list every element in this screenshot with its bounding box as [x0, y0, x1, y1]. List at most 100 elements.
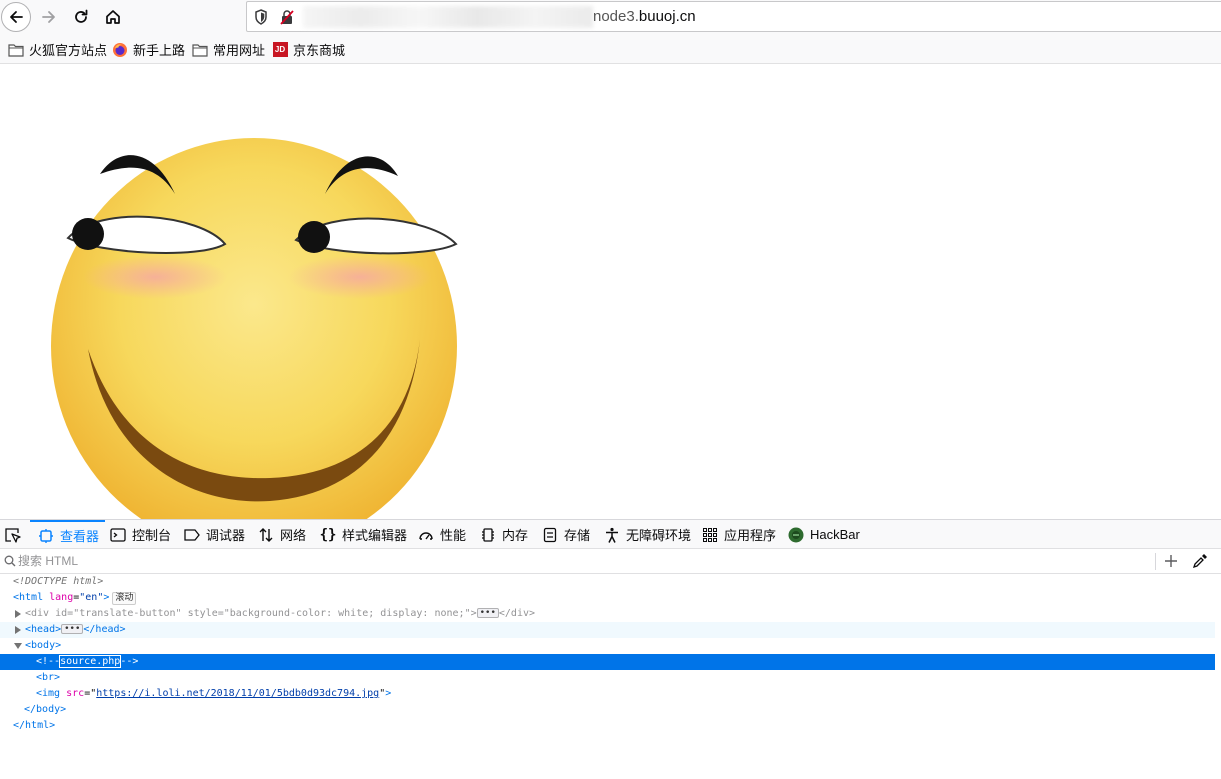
markup-doctype-line[interactable]: <!DOCTYPE html> [0, 574, 1215, 590]
browser-toolbar: node3.buuoj.cn [0, 0, 1221, 34]
div-close-tag: </div> [498, 608, 536, 619]
img-src-link[interactable]: https://i.loli.net/2018/11/01/5bdb0d93dc… [96, 688, 379, 699]
network-icon [258, 527, 274, 543]
application-icon [702, 527, 718, 543]
markup-tree: <!DOCTYPE html> <html lang="en"> 滚动 <div … [0, 574, 1221, 779]
collapsed-ellipsis[interactable]: ••• [61, 624, 84, 634]
markup-comment-line[interactable]: <!--source.php--> [0, 654, 1215, 670]
plus-icon [1165, 555, 1177, 567]
body-open-tag: <body> [25, 640, 62, 651]
scroll-badge[interactable]: 滚动 [112, 592, 137, 605]
bookmarks-toolbar: 火狐官方站点 新手上路 常用网址 JD 京东商城 [0, 34, 1221, 64]
tab-performance[interactable]: 性能 [418, 520, 466, 549]
markup-head-line[interactable]: <head> ••• </head> [0, 622, 1215, 638]
bookmark-getting-started[interactable]: 新手上路 [112, 40, 185, 59]
tab-style-editor[interactable]: {} 样式编辑器 [320, 520, 407, 549]
expand-arrow-icon[interactable] [13, 606, 23, 622]
url-text[interactable]: node3.buuoj.cn [593, 8, 696, 25]
bookmark-jd-mall[interactable]: JD 京东商城 [272, 40, 345, 59]
url-prefix: node3. [593, 8, 639, 25]
markup-html-line[interactable]: <html lang="en"> 滚动 [0, 590, 1215, 606]
bookmark-firefox-official[interactable]: 火狐官方站点 [8, 40, 107, 59]
element-picker-icon[interactable] [4, 526, 22, 549]
tab-label: 控制台 [132, 528, 172, 543]
markup-img-line[interactable]: <img src="https://i.loli.net/2018/11/01/… [0, 686, 1215, 702]
tab-label: 查看器 [60, 529, 100, 544]
shield-icon[interactable] [253, 8, 269, 31]
back-button[interactable] [1, 2, 31, 32]
jd-icon: JD [272, 42, 288, 58]
html-open-tag: <html [13, 592, 44, 603]
markup-br-line[interactable]: <br> [0, 670, 1215, 686]
comment-text[interactable]: source.php [59, 655, 122, 668]
search-icon [4, 554, 16, 572]
tab-hackbar[interactable]: HackBar [788, 520, 860, 549]
div-id-value: "translate-button" [73, 608, 182, 619]
page-content [0, 64, 1221, 519]
devtools-panel: 查看器 控制台 调试器 网络 {} 样式编辑器 性能 内存 存储 无障碍环境 应… [0, 519, 1221, 778]
url-bar[interactable]: node3.buuoj.cn [246, 1, 1221, 32]
tab-label: HackBar [810, 527, 860, 542]
collapse-arrow-icon[interactable] [13, 638, 23, 654]
html-lang-value: "en" [79, 592, 104, 603]
head-open-tag: <head> [25, 624, 62, 635]
add-node-button[interactable] [1162, 552, 1180, 575]
home-button[interactable] [98, 2, 128, 32]
tab-label: 存储 [564, 528, 591, 543]
html-close-tag: </html> [13, 720, 56, 731]
br-tag: <br> [36, 672, 61, 683]
performance-icon [418, 527, 434, 543]
tab-label: 无障碍环境 [626, 528, 692, 543]
eyedropper-icon [1192, 554, 1207, 569]
tab-label: 网络 [280, 528, 307, 543]
img-src-attr: src [66, 688, 85, 699]
doctype-text: <!DOCTYPE html> [13, 576, 104, 587]
folder-icon [192, 42, 208, 58]
markup-body-close-line[interactable]: </body> [0, 702, 1215, 718]
forward-button[interactable] [34, 2, 64, 32]
markup-div-line[interactable]: <div id="translate-button" style="backgr… [0, 606, 1215, 622]
inspector-icon [38, 528, 54, 544]
tab-accessibility[interactable]: 无障碍环境 [604, 520, 691, 549]
tab-label: 样式编辑器 [342, 528, 408, 543]
tab-label: 调试器 [206, 528, 246, 543]
url-host: buuoj.cn [638, 8, 696, 25]
arrow-right-icon [42, 11, 55, 23]
tab-network[interactable]: 网络 [258, 520, 306, 549]
tab-application[interactable]: 应用程序 [702, 520, 776, 549]
folder-icon [8, 42, 24, 58]
search-html-input[interactable] [18, 552, 1148, 570]
expand-arrow-icon[interactable] [13, 622, 23, 638]
smiley-face-image [51, 138, 458, 519]
tab-memory[interactable]: 内存 [480, 520, 528, 549]
collapsed-ellipsis[interactable]: ••• [476, 608, 499, 618]
tab-label: 内存 [502, 528, 529, 543]
home-icon [106, 10, 120, 24]
style-editor-icon: {} [319, 526, 337, 543]
bookmark-label: 京东商城 [293, 43, 346, 58]
div-style-value: "background-color: white; display: none;… [223, 608, 471, 619]
insecure-lock-icon[interactable] [280, 8, 294, 31]
div-id-attr: id [55, 608, 68, 619]
tab-storage[interactable]: 存储 [542, 520, 590, 549]
tab-debugger[interactable]: 调试器 [184, 520, 245, 549]
eyedropper-button[interactable] [1191, 552, 1209, 575]
hackbar-icon [788, 527, 804, 543]
firefox-icon [112, 42, 128, 58]
markup-body-line[interactable]: <body> [0, 638, 1215, 654]
tab-label: 性能 [440, 528, 467, 543]
console-icon [110, 527, 126, 543]
head-close-tag: </head> [83, 624, 126, 635]
tab-console[interactable]: 控制台 [110, 520, 171, 549]
bookmark-common-sites[interactable]: 常用网址 [192, 40, 265, 59]
bookmark-label: 火狐官方站点 [29, 43, 108, 58]
reload-button[interactable] [66, 2, 96, 32]
memory-icon [480, 527, 496, 543]
comment-close: --> [120, 656, 139, 667]
markup-html-close-line[interactable]: </html> [0, 718, 1215, 734]
img-open-tag: <img [36, 688, 61, 699]
debugger-icon [184, 527, 200, 543]
accessibility-icon [604, 527, 620, 543]
divider [1155, 553, 1156, 570]
tab-inspector[interactable]: 查看器 [30, 520, 106, 549]
